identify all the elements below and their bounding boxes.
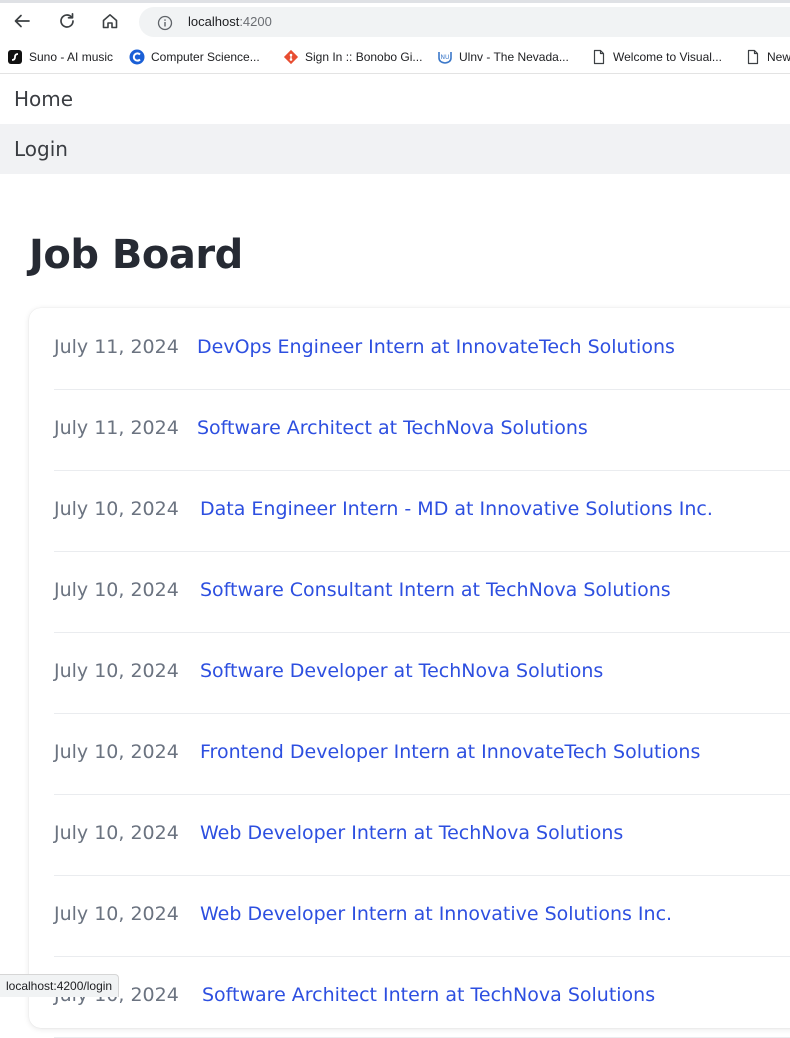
job-title-link[interactable]: Frontend Developer Intern at InnovateTec…	[200, 741, 700, 763]
svg-text:NU: NU	[441, 54, 450, 61]
bookmark-unlv[interactable]: NU Ulnv - The Nevada...	[437, 48, 569, 66]
browser-toolbar: localhost:4200	[0, 3, 790, 39]
job-title-link[interactable]: Software Consultant Intern at TechNova S…	[200, 579, 671, 601]
job-row: July 10, 2024 Software Architect Intern …	[54, 956, 790, 1038]
bookmark-computer-science[interactable]: Computer Science...	[129, 48, 260, 66]
job-title-link[interactable]: Software Developer at TechNova Solutions	[200, 660, 603, 682]
bookmark-label: Welcome to Visual...	[613, 50, 722, 64]
job-date: July 10, 2024	[54, 579, 179, 601]
site-nav: Home Login	[0, 74, 790, 174]
bookmark-label: Computer Science...	[151, 50, 260, 64]
url-host: localhost	[188, 14, 240, 29]
job-title-link[interactable]: Web Developer Intern at Innovative Solut…	[200, 903, 672, 925]
job-date: July 10, 2024	[54, 498, 179, 520]
bookmark-visual[interactable]: Welcome to Visual...	[591, 48, 722, 66]
job-title-link[interactable]: Software Architect at TechNova Solutions	[197, 417, 588, 439]
job-date: July 10, 2024	[54, 660, 179, 682]
page-title: Job Board	[29, 232, 243, 278]
job-title-link[interactable]: DevOps Engineer Intern at InnovateTech S…	[197, 336, 675, 358]
job-row: July 10, 2024 Web Developer Intern at Te…	[54, 794, 790, 876]
back-arrow-icon	[14, 14, 30, 28]
reload-icon	[60, 12, 74, 28]
home-icon	[102, 14, 118, 29]
job-date: July 11, 2024	[54, 336, 179, 358]
job-row: July 11, 2024 DevOps Engineer Intern at …	[54, 308, 790, 390]
nav-login-link[interactable]: Login	[0, 124, 790, 174]
unlv-icon: NU	[437, 49, 453, 65]
job-title-link[interactable]: Data Engineer Intern - MD at Innovative …	[200, 498, 713, 520]
job-row: July 10, 2024 Web Developer Intern at In…	[54, 875, 790, 957]
job-row: July 10, 2024 Data Engineer Intern - MD …	[54, 470, 790, 552]
job-row: July 10, 2024 Software Developer at Tech…	[54, 632, 790, 714]
job-title-link[interactable]: Software Architect Intern at TechNova So…	[202, 984, 655, 1006]
address-bar[interactable]: localhost:4200	[139, 7, 790, 37]
bookmark-label: New	[767, 50, 790, 64]
job-row: July 11, 2024 Software Architect at Tech…	[54, 389, 790, 471]
bookmarks-bar: Suno - AI music Computer Science... Sign…	[0, 40, 790, 74]
reload-button[interactable]	[53, 7, 81, 35]
bookmark-suno[interactable]: Suno - AI music	[7, 48, 113, 66]
suno-icon	[7, 49, 23, 65]
git-icon	[283, 49, 299, 65]
job-row: July 10, 2024 Software Consultant Intern…	[54, 551, 790, 633]
home-page-button[interactable]	[96, 7, 124, 35]
status-bar-url: localhost:4200/login	[0, 974, 120, 997]
address-url[interactable]: localhost:4200	[188, 14, 272, 29]
bookmark-new[interactable]: New	[745, 48, 790, 66]
back-button[interactable]	[8, 7, 36, 35]
bookmark-bonobo-git[interactable]: Sign In :: Bonobo Gi...	[283, 48, 422, 66]
bookmark-label: Sign In :: Bonobo Gi...	[305, 50, 423, 64]
job-date: July 10, 2024	[54, 822, 179, 844]
job-row: July 10, 2024 Frontend Developer Intern …	[54, 713, 790, 795]
job-date: July 11, 2024	[54, 417, 179, 439]
bookmark-label: Ulnv - The Nevada...	[459, 50, 569, 64]
job-title-link[interactable]: Web Developer Intern at TechNova Solutio…	[200, 822, 623, 844]
c-logo-icon	[129, 49, 145, 65]
site-info-icon[interactable]	[157, 15, 173, 36]
page-icon	[591, 49, 607, 65]
url-port: :4200	[239, 14, 272, 29]
job-date: July 10, 2024	[54, 903, 179, 925]
page-icon	[745, 49, 761, 65]
nav-home-link[interactable]: Home	[0, 74, 790, 124]
job-date: July 10, 2024	[54, 741, 179, 763]
job-list-card: July 11, 2024 DevOps Engineer Intern at …	[29, 308, 790, 1038]
bookmark-label: Suno - AI music	[29, 50, 114, 64]
